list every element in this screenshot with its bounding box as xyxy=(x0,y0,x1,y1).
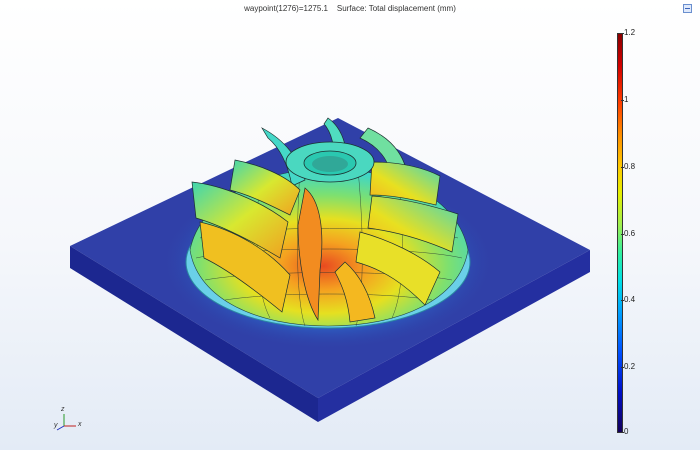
axis-triad-icon xyxy=(56,414,76,431)
axis-label-x: x xyxy=(78,421,82,428)
colorbar-tick: 0.6 xyxy=(620,229,636,238)
colorbar-tick: 0.8 xyxy=(620,162,636,171)
colorbar-tick: 1.2 xyxy=(620,28,636,37)
axis-triad: z x y xyxy=(54,406,90,432)
axis-label-y: y xyxy=(54,422,58,429)
graphics-viewport[interactable]: waypoint(1276)=1275.1 Surface: Total dis… xyxy=(0,0,700,450)
colorbar-tick: 1 xyxy=(620,95,629,104)
3d-model-render[interactable] xyxy=(0,0,700,450)
colorbar-tick: 0.4 xyxy=(620,295,636,304)
hub-hole xyxy=(312,156,348,172)
axis-label-z: z xyxy=(61,406,65,413)
colorbar xyxy=(617,33,623,433)
colorbar-tick: 0.2 xyxy=(620,362,636,371)
colorbar-tick: 0 xyxy=(620,427,629,436)
